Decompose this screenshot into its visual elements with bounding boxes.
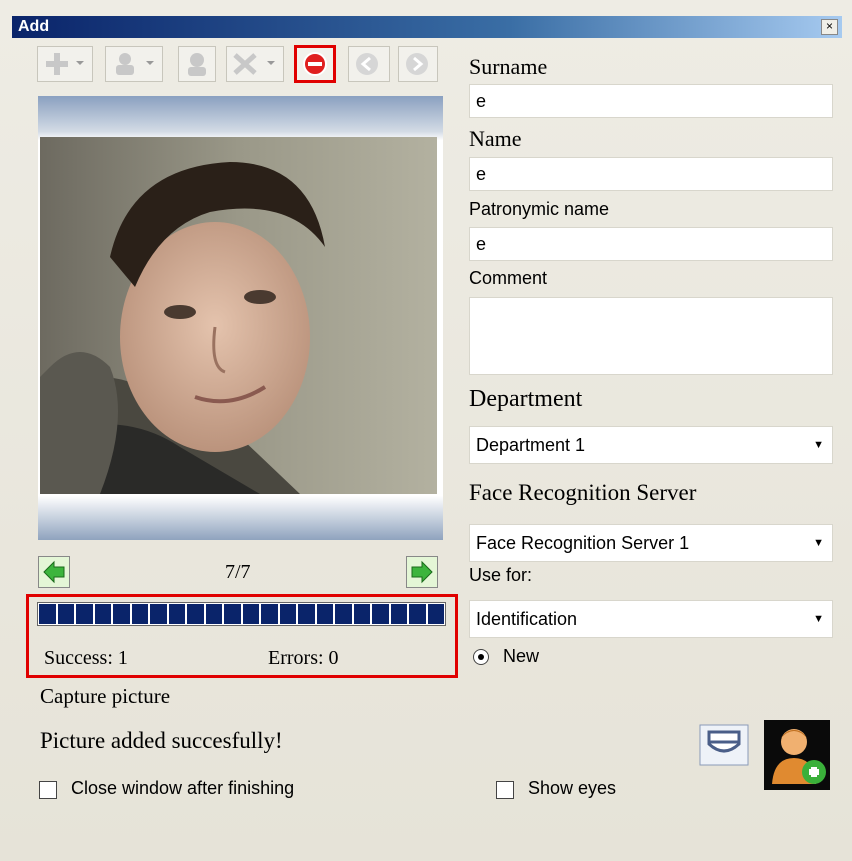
progress-segment xyxy=(205,604,222,624)
progress-segment xyxy=(427,604,444,624)
forward-icon xyxy=(406,53,428,75)
dropdown-arrow-icon: ▼ xyxy=(813,537,824,549)
progress-segment xyxy=(335,604,352,624)
forward-button[interactable] xyxy=(398,46,438,82)
progress-segment xyxy=(57,604,74,624)
progress-segment xyxy=(187,604,204,624)
progress-segment xyxy=(113,604,130,624)
progress-segment xyxy=(279,604,296,624)
next-picture-button[interactable] xyxy=(406,556,438,588)
stop-icon xyxy=(303,52,327,76)
server-select[interactable]: Face Recognition Server 1 ▼ xyxy=(469,524,833,562)
progress-segment xyxy=(390,604,407,624)
progress-segment xyxy=(298,604,315,624)
progress-segment xyxy=(261,604,278,624)
success-count: Success: 1 xyxy=(44,647,128,669)
person-icon xyxy=(116,53,154,75)
capture-picture-label: Capture picture xyxy=(40,684,171,708)
delete-menu-button[interactable] xyxy=(226,46,284,82)
progress-segment xyxy=(76,604,93,624)
progress-segment xyxy=(372,604,389,624)
new-radio-label: New xyxy=(503,646,540,666)
close-window-checkbox[interactable] xyxy=(39,781,57,799)
department-label: Department xyxy=(469,386,583,412)
patronymic-label: Patronymic name xyxy=(469,199,610,219)
back-button[interactable] xyxy=(348,46,390,82)
use-for-label: Use for: xyxy=(469,565,533,585)
back-icon xyxy=(356,53,378,75)
comment-label: Comment xyxy=(469,268,548,288)
show-eyes-checkbox[interactable] xyxy=(496,781,514,799)
progress-segment xyxy=(131,604,148,624)
show-eyes-label: Show eyes xyxy=(528,778,617,798)
surname-label: Surname xyxy=(469,54,548,79)
person-profile-icon xyxy=(188,53,206,76)
close-button[interactable]: × xyxy=(821,19,838,35)
progress-segment xyxy=(409,604,426,624)
capture-progress-bar xyxy=(37,602,446,626)
new-radio[interactable] xyxy=(473,649,489,665)
progress-segment xyxy=(353,604,370,624)
department-value: Department 1 xyxy=(476,435,586,455)
progress-segment xyxy=(39,604,56,624)
server-label: Face Recognition Server xyxy=(469,480,697,505)
close-window-label: Close window after finishing xyxy=(71,778,295,798)
progress-segment xyxy=(168,604,185,624)
department-select[interactable]: Department 1 ▼ xyxy=(469,426,833,464)
use-for-select[interactable]: Identification ▼ xyxy=(469,600,833,638)
arrow-left-icon xyxy=(43,560,65,584)
window-title: Add xyxy=(18,18,50,35)
name-label: Name xyxy=(469,126,522,151)
add-person-icon xyxy=(764,720,830,790)
add-person-button[interactable] xyxy=(37,46,93,82)
title-bar: Add × xyxy=(12,16,842,38)
dropdown-arrow-icon: ▼ xyxy=(813,613,824,625)
name-input[interactable]: e xyxy=(469,157,833,191)
arrow-right-icon xyxy=(411,560,433,584)
stop-button[interactable] xyxy=(294,45,336,83)
face-photo xyxy=(40,137,437,494)
comment-textarea[interactable] xyxy=(469,297,833,375)
surname-input[interactable]: e xyxy=(469,84,833,118)
progress-segment xyxy=(224,604,241,624)
progress-segment xyxy=(94,604,111,624)
picture-counter: 7/7 xyxy=(225,561,251,583)
progress-segment xyxy=(150,604,167,624)
face-mask-icon xyxy=(699,724,749,766)
prev-picture-button[interactable] xyxy=(38,556,70,588)
status-message: Picture added succesfully! xyxy=(40,728,283,753)
dropdown-arrow-icon: ▼ xyxy=(813,439,824,451)
errors-count: Errors: 0 xyxy=(268,647,339,669)
person-profile-button[interactable] xyxy=(178,46,216,82)
add-icon xyxy=(46,53,84,75)
delete-icon xyxy=(233,53,275,75)
add-person-large-button[interactable] xyxy=(764,720,830,790)
server-value: Face Recognition Server 1 xyxy=(476,533,690,553)
progress-segment xyxy=(316,604,333,624)
person-menu-button[interactable] xyxy=(105,46,163,82)
eyes-mask-button[interactable] xyxy=(699,724,749,766)
use-for-value: Identification xyxy=(476,609,578,629)
add-window: Add × 7/7 Success: 1 Errors: 0 Capture p… xyxy=(0,0,852,861)
face-photo-image xyxy=(40,137,437,494)
progress-segment xyxy=(242,604,259,624)
patronymic-input[interactable]: e xyxy=(469,227,833,261)
